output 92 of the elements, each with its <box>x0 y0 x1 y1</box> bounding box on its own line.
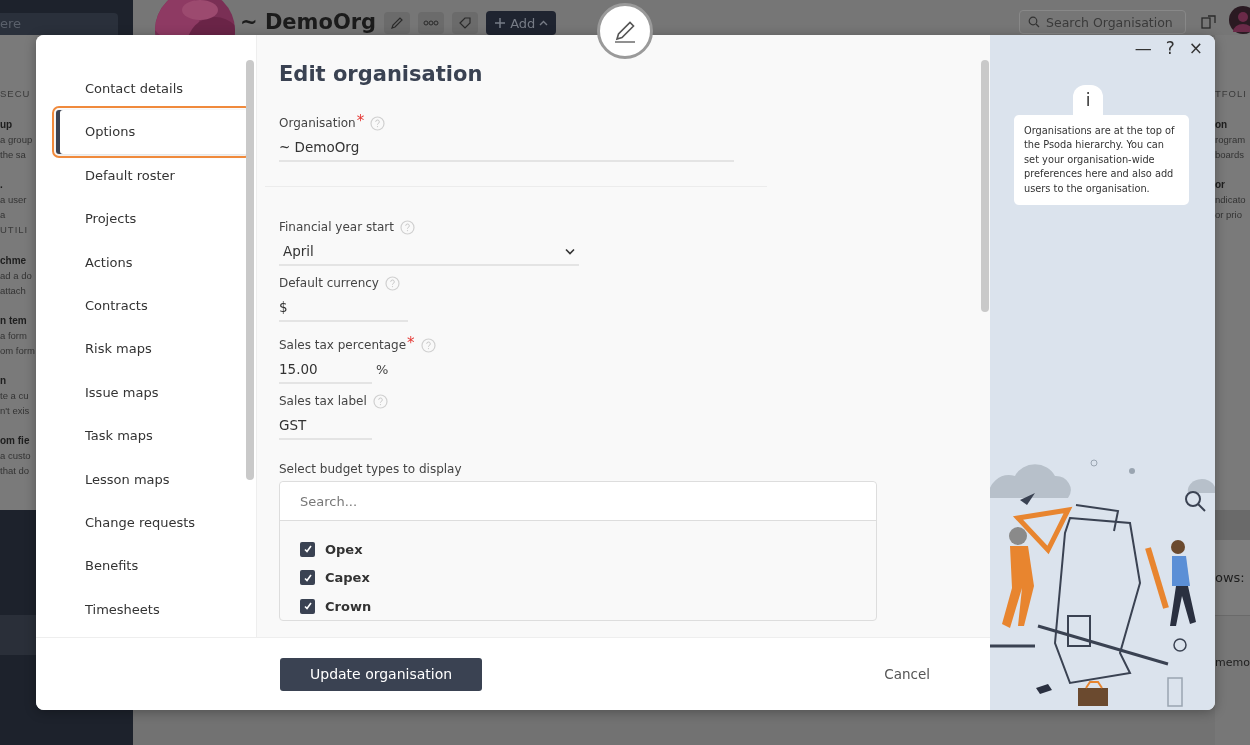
item-description: a form <box>0 329 27 343</box>
input-field[interactable]: ~ DemoOrg <box>279 132 734 162</box>
dialog-title: Edit organisation <box>279 61 484 88</box>
dropdown-field[interactable]: April <box>279 236 579 266</box>
field-label: Financial year start <box>279 220 394 234</box>
add-button[interactable]: Add <box>486 11 557 35</box>
input-field[interactable]: GST <box>279 410 372 440</box>
help-icon[interactable] <box>399 219 415 235</box>
item-description: that do <box>0 464 30 478</box>
item-description: n't exis <box>0 404 30 418</box>
edit-button[interactable] <box>384 12 411 34</box>
item-description: a user <box>0 193 27 207</box>
organisation-name: ~ DemoOrg <box>240 9 377 35</box>
nav-item[interactable]: Lesson maps <box>56 457 248 501</box>
minimize-button[interactable]: — <box>1134 39 1152 57</box>
checkbox[interactable] <box>300 541 315 557</box>
check-icon <box>302 601 313 612</box>
tag-button[interactable] <box>452 12 479 34</box>
item-description: a custo <box>0 449 31 463</box>
nav-item[interactable]: Actions <box>56 240 248 284</box>
check-icon <box>302 544 313 555</box>
help-icon[interactable] <box>384 275 400 291</box>
item-title: n tem <box>0 314 27 328</box>
info-text: Organisations are at the top of the Psoda hierarchy. You can set your organisation-wide preferences here and also add users to the organisation. <box>1014 115 1189 206</box>
nav-item[interactable]: Change requests <box>56 500 248 545</box>
section-heading: UTILI <box>0 223 29 237</box>
help-icon[interactable] <box>420 337 436 353</box>
item-title: n <box>0 374 7 388</box>
checkbox-label: Crown <box>325 598 372 614</box>
section-heading: SECU <box>0 87 31 101</box>
check-icon <box>302 572 313 583</box>
item-description: a <box>0 208 6 222</box>
search-icon <box>1028 16 1040 28</box>
search-field[interactable]: Search... <box>280 482 876 521</box>
caret-icon <box>539 20 549 26</box>
user-avatar[interactable] <box>1228 5 1250 35</box>
nav-item[interactable]: Timesheets <box>56 587 248 632</box>
help-icon[interactable] <box>372 393 388 409</box>
checkbox[interactable] <box>300 570 315 586</box>
memo-text: memo <box>1215 656 1250 669</box>
field-label: Sales tax label <box>279 394 367 408</box>
item-title: on <box>1215 118 1228 132</box>
scrollbar-thumb[interactable] <box>981 60 989 312</box>
item-description: om form <box>0 344 35 358</box>
field-label: Organisation* <box>279 116 365 130</box>
nav-item[interactable]: Benefits <box>56 544 248 588</box>
item-description: a group <box>0 133 33 147</box>
checkbox[interactable] <box>300 598 315 614</box>
item-title: or <box>1215 178 1225 192</box>
item-description: attach <box>0 284 26 298</box>
dots-icon <box>423 20 440 26</box>
checkbox-label: Capex <box>325 570 370 586</box>
scrollbar-thumb[interactable] <box>246 60 254 480</box>
unit-label: % <box>376 361 389 377</box>
help-icon[interactable] <box>370 115 386 131</box>
item-title: up <box>0 118 13 132</box>
chevron-icon <box>565 247 575 255</box>
rows-label: ows: <box>1215 570 1245 585</box>
nav-item[interactable]: Contact details <box>56 67 248 111</box>
item-title: chme <box>0 254 27 268</box>
item-description: boards <box>1215 148 1245 162</box>
item-title: om fie <box>0 434 30 448</box>
tag-icon <box>458 16 473 30</box>
nav-item[interactable]: Issue maps <box>56 370 248 415</box>
field-label: Sales tax percentage* <box>279 338 415 352</box>
item-description: or prio <box>1215 208 1242 222</box>
nav-item[interactable]: Projects <box>56 197 248 241</box>
cancel-button[interactable]: Cancel <box>878 665 936 683</box>
nav-item[interactable]: Risk maps <box>56 327 248 371</box>
nav-item[interactable]: Task maps <box>56 414 248 458</box>
input-field[interactable]: $ <box>279 292 408 322</box>
item-description: ad a do <box>0 269 32 283</box>
plus-icon <box>494 17 507 29</box>
edit-icon <box>614 21 636 43</box>
section-heading: TFOLI <box>1215 87 1247 101</box>
update-button[interactable]: Update organisation <box>280 657 483 691</box>
pencil-icon <box>390 16 405 30</box>
item-description: the sa <box>0 148 26 162</box>
nav-item[interactable]: Contracts <box>56 283 248 328</box>
switch-icon[interactable] <box>1201 14 1217 30</box>
nav-item[interactable]: Default roster <box>56 153 248 198</box>
more-button[interactable] <box>418 12 445 34</box>
close-button[interactable]: × <box>1188 39 1203 57</box>
field-label: Select budget types to display <box>279 462 463 476</box>
field-label: Default currency <box>279 276 379 290</box>
help-button[interactable]: ? <box>1165 39 1175 57</box>
item-description: ndicato <box>1215 193 1246 207</box>
item-description: rogram <box>1215 133 1246 147</box>
checkbox-label: Opex <box>325 541 363 557</box>
item-description: te a cu <box>0 389 29 403</box>
input-field[interactable]: 15.00 <box>279 354 372 384</box>
item-title: . <box>0 178 3 192</box>
